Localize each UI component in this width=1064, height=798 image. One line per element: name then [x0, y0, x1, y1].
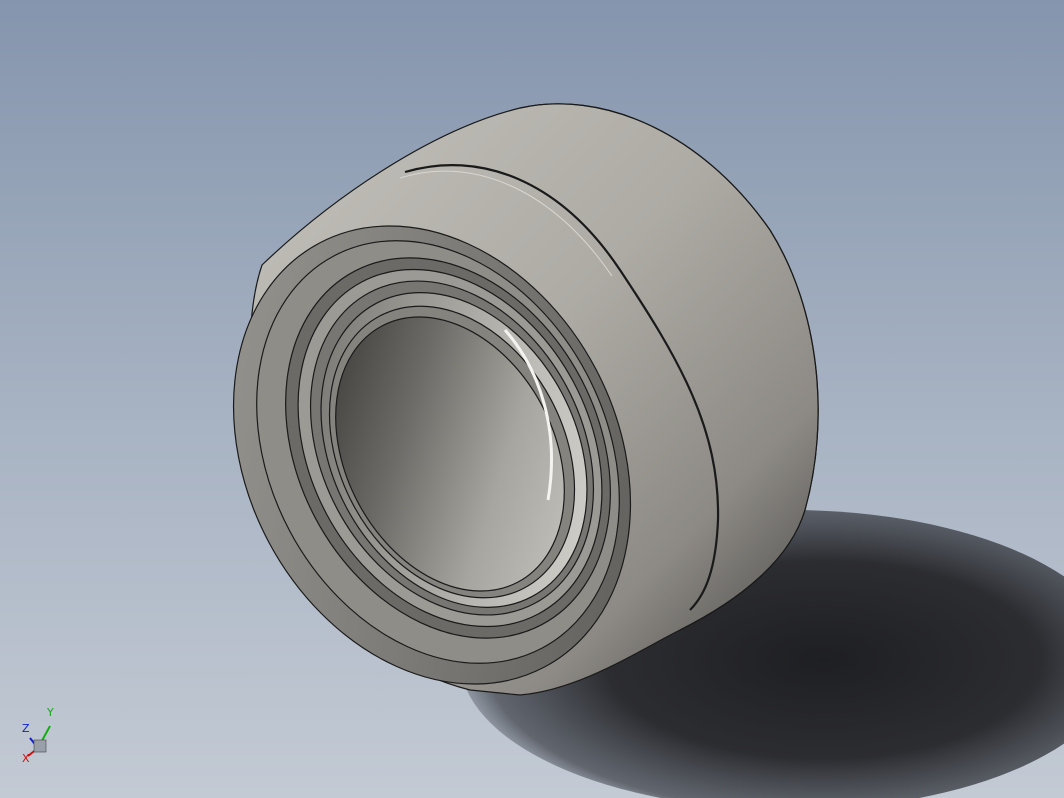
graphics-viewport[interactable]: Y Z X [0, 0, 1064, 798]
triad-x-label: X [22, 752, 30, 765]
triad-z-label: Z [22, 722, 30, 735]
triad-cube-icon [33, 739, 47, 753]
orientation-triad[interactable]: Y Z X [16, 700, 66, 770]
model-view[interactable] [0, 0, 1064, 798]
triad-y-label: Y [46, 706, 54, 719]
